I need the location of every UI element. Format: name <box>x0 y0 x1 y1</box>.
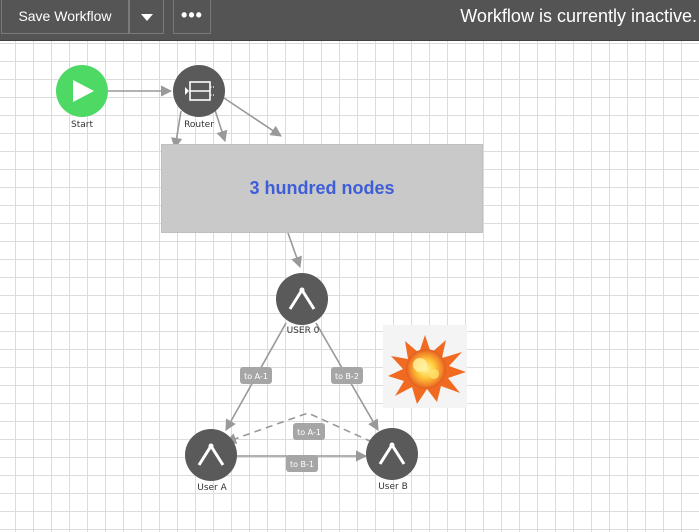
node-router[interactable] <box>173 65 225 117</box>
edge-router-block-2[interactable] <box>214 109 228 143</box>
edge-badge-to-b1[interactable]: to B-1 <box>286 455 318 472</box>
node-user-a-label: User A <box>197 483 227 493</box>
svg-text:to B-1: to B-1 <box>290 460 314 469</box>
edge-block-user0[interactable] <box>287 232 302 269</box>
svg-text:to A-1: to A-1 <box>297 428 321 437</box>
node-start[interactable] <box>56 65 108 117</box>
node-start-label: Start <box>71 120 93 130</box>
collapsed-nodes-block[interactable]: 3 hundred nodes <box>161 144 483 233</box>
workflow-canvas[interactable]: Start Router USER 0 User A User B to A-1… <box>0 0 699 532</box>
workflow-editor: Save Workflow ••• Workflow is currently … <box>0 0 699 532</box>
svg-text:to A-1: to A-1 <box>244 372 268 381</box>
node-user-b[interactable] <box>366 428 418 480</box>
svg-text:to B-2: to B-2 <box>335 372 359 381</box>
edge-badge-to-b2[interactable]: to B-2 <box>331 367 363 384</box>
node-router-label: Router <box>184 120 214 130</box>
node-user0-label: USER 0 <box>287 326 320 336</box>
edge-router-block-1[interactable] <box>171 110 183 150</box>
node-user-a[interactable] <box>185 429 237 481</box>
explosion-icon <box>383 325 467 408</box>
edge-router-block-3[interactable] <box>223 97 282 137</box>
node-user0[interactable] <box>276 273 328 325</box>
edge-badge-to-a1-mid[interactable]: to A-1 <box>293 423 325 440</box>
node-user-b-label: User B <box>378 482 408 492</box>
edge-badge-to-a1-left[interactable]: to A-1 <box>240 367 272 384</box>
